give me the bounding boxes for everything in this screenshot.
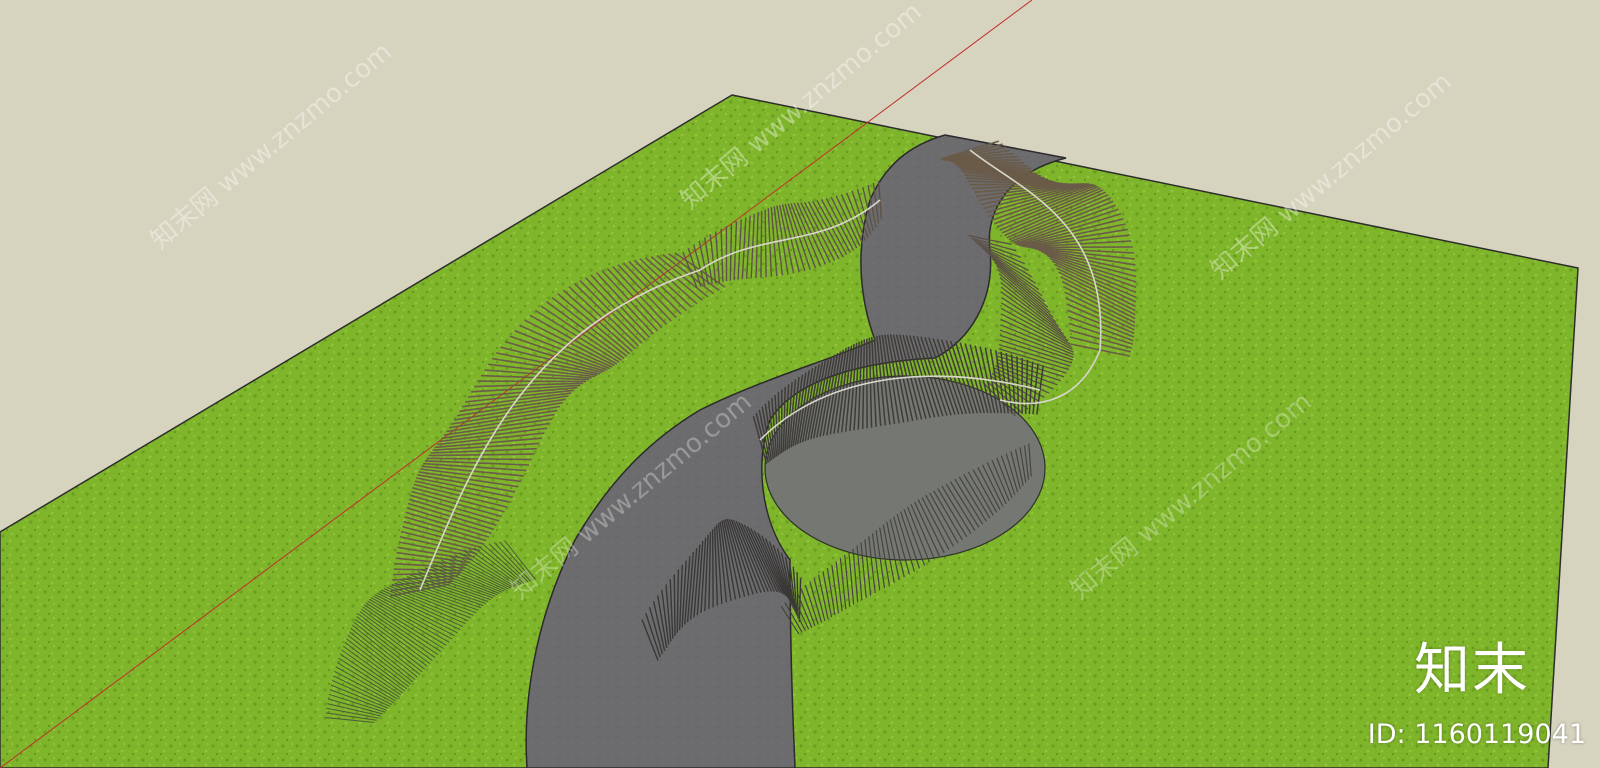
znzmo-logo: 知末 bbox=[1414, 638, 1530, 703]
sculpture-rod bbox=[673, 574, 676, 636]
sketchup-viewport: 知末网 www.znzmo.com 知末网 www.znzmo.com 知末网 … bbox=[0, 0, 1600, 768]
model-id-label: ID: 1160119041 bbox=[1367, 719, 1586, 750]
